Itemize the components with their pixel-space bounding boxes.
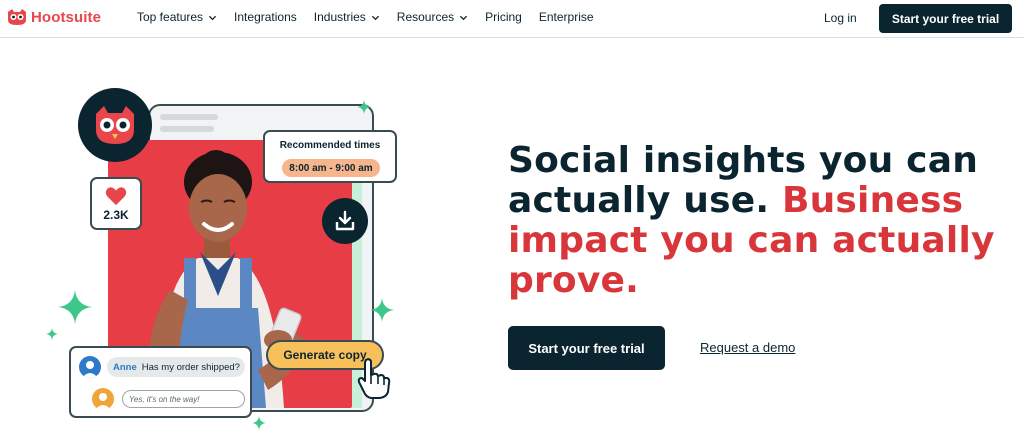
- heart-icon: [105, 186, 127, 205]
- nav-item-label: Enterprise: [538, 10, 594, 24]
- sparkle-icon: [370, 298, 394, 322]
- nav-item-enterprise[interactable]: Enterprise: [539, 10, 594, 24]
- avatar: [79, 356, 101, 378]
- nav-item-label: Pricing: [485, 10, 522, 24]
- hootsuite-owl-badge: [78, 88, 152, 162]
- placeholder-line: [160, 126, 214, 132]
- placeholder-line: [160, 114, 218, 120]
- hero-headline: Social insights you can actually use. Bu…: [508, 141, 1008, 301]
- nav-item-top-features[interactable]: Top features: [137, 10, 217, 24]
- chat-message-text: Has my order shipped?: [141, 361, 240, 373]
- download-badge: [322, 198, 368, 244]
- download-icon: [335, 210, 355, 231]
- pointer-hand-icon: [357, 358, 391, 399]
- chat-message: Anne Has my order shipped?: [107, 357, 245, 377]
- sparkle-icon: [58, 290, 92, 324]
- user-avatar-icon: [95, 393, 111, 410]
- likes-card: 2.3K: [90, 177, 142, 230]
- recommended-times-card: Recommended times 8:00 am - 9:00 am: [263, 130, 397, 183]
- chat-sender-name: Anne: [113, 361, 137, 373]
- sparkle-icon: [357, 100, 371, 114]
- like-count: 2.3K: [103, 207, 129, 222]
- recommended-time-pill: 8:00 am - 9:00 am: [282, 159, 380, 177]
- start-free-trial-button[interactable]: Start your free trial: [508, 326, 665, 370]
- start-free-trial-nav-button[interactable]: Start your free trial: [879, 4, 1012, 33]
- nav-item-integrations[interactable]: Integrations: [234, 10, 297, 24]
- top-navigation: Hootsuite Top features Integrations Indu…: [0, 0, 1024, 38]
- sparkle-icon: [46, 328, 58, 340]
- owl-icon: [96, 106, 134, 144]
- login-link[interactable]: Log in: [824, 11, 857, 25]
- avatar: [92, 388, 114, 410]
- recommended-times-title: Recommended times: [279, 140, 381, 151]
- nav-item-label: Top features: [137, 10, 204, 24]
- owl-logo-icon: [8, 9, 26, 25]
- chat-preview-card: Anne Has my order shipped? Yes, it's on …: [69, 346, 252, 418]
- nav-item-pricing[interactable]: Pricing: [485, 10, 522, 24]
- chevron-down-icon: [208, 15, 217, 20]
- hootsuite-logo[interactable]: Hootsuite: [6, 7, 101, 27]
- brand-name: Hootsuite: [31, 8, 102, 26]
- request-demo-link[interactable]: Request a demo: [700, 340, 795, 355]
- nav-item-industries[interactable]: Industries: [314, 10, 380, 24]
- sparkle-icon: [252, 416, 266, 430]
- nav-menu: Top features Integrations Industries Res…: [137, 10, 611, 24]
- chat-reply-field: Yes, it's on the way!: [122, 390, 245, 408]
- user-avatar-icon: [82, 361, 98, 378]
- nav-item-resources[interactable]: Resources: [397, 10, 468, 24]
- chevron-down-icon: [371, 15, 379, 20]
- nav-item-label: Integrations: [234, 10, 297, 24]
- chevron-down-icon: [460, 15, 468, 20]
- nav-item-label: Resources: [396, 10, 455, 24]
- nav-item-label: Industries: [313, 10, 366, 24]
- hero-illustration: 2.3K Recommended times 8:00 am - 9:00 am…: [0, 40, 480, 440]
